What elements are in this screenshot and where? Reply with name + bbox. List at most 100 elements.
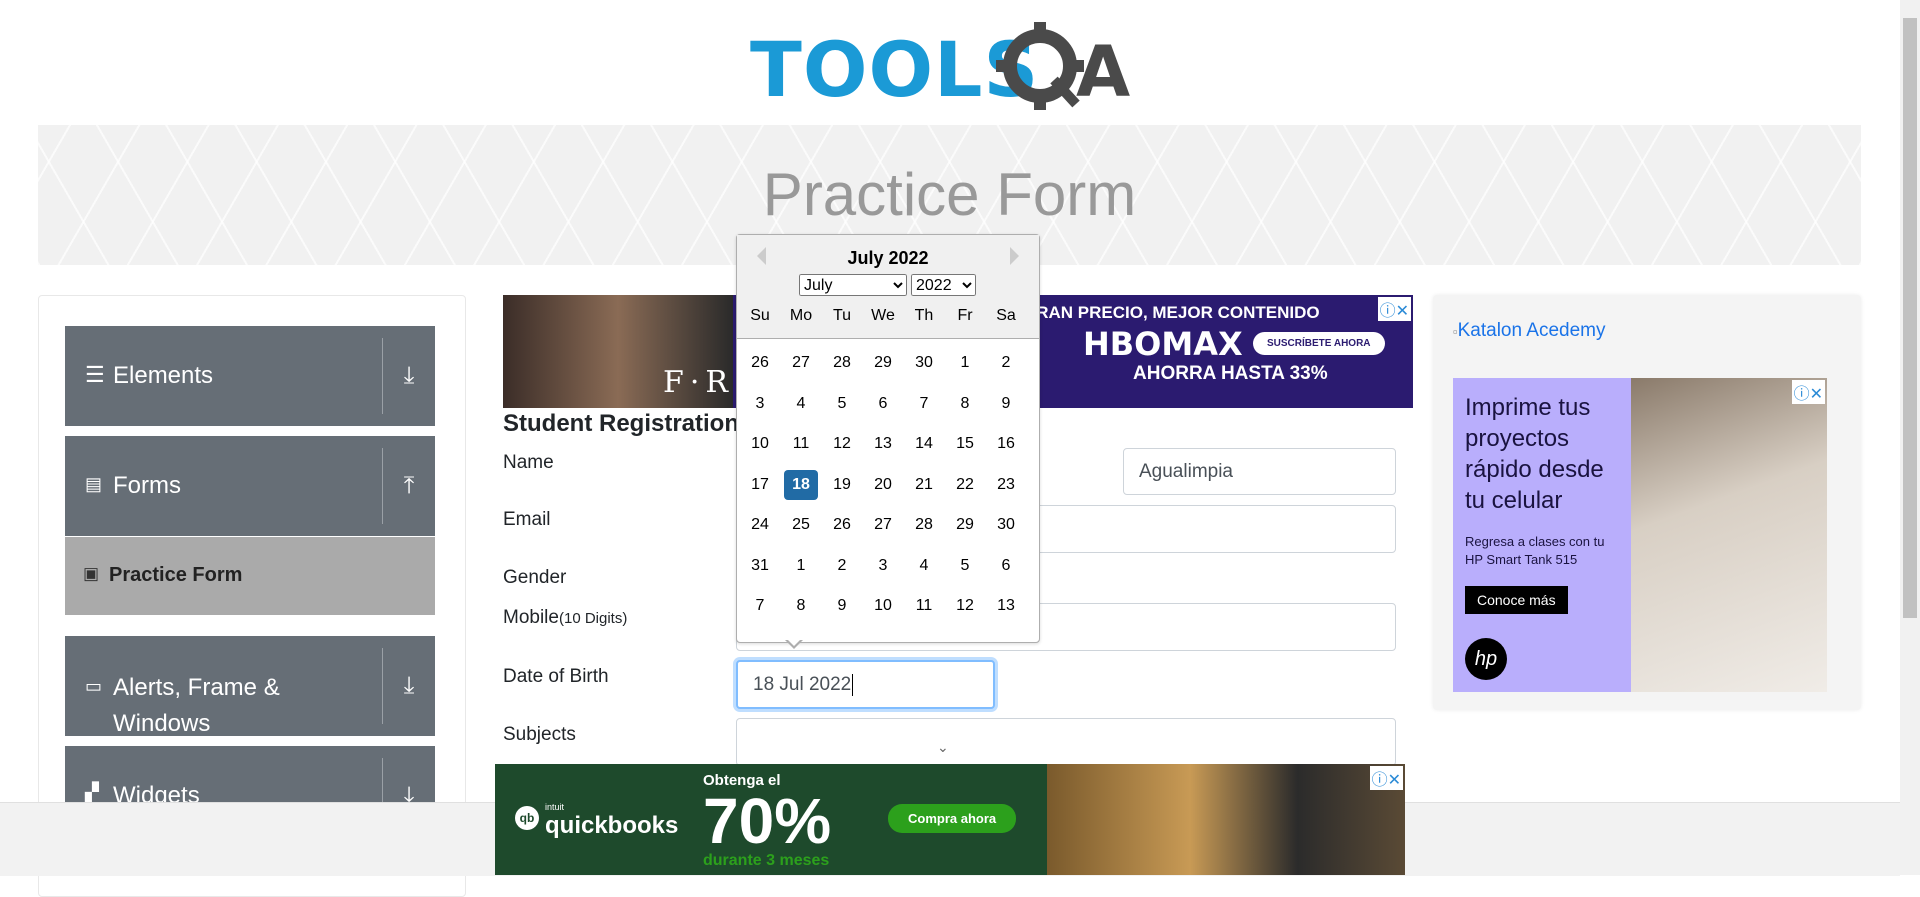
calendar-day[interactable]: 12 <box>825 429 859 459</box>
dob-label: Date of Birth <box>503 666 609 687</box>
person-image <box>1631 378 1827 692</box>
month-select[interactable]: July <box>799 274 907 296</box>
calendar-day[interactable]: 13 <box>989 591 1023 621</box>
sidebar-group-alerts[interactable]: ▭ Alerts, Frame & Windows ⤓ <box>65 636 435 737</box>
calendar-day[interactable]: 9 <box>825 591 859 621</box>
day-name: Su <box>750 307 770 324</box>
hp-logo: hp <box>1465 638 1507 680</box>
datepicker: July 2022 July 2022 26 27 28 29 30 1 2 3 4 5 6 7 8 9 1… <box>736 234 1040 643</box>
upload-icon: ⤒ <box>403 472 415 499</box>
calendar-day[interactable]: 29 <box>866 348 900 378</box>
widgets-icon: ▞ <box>85 782 99 802</box>
calendar-day[interactable]: 7 <box>743 591 777 621</box>
subscribe-button[interactable]: SUSCRÍBETE AHORA <box>1253 332 1385 355</box>
document-icon: ▤ <box>85 474 103 494</box>
calendar-day[interactable]: 16 <box>989 429 1023 459</box>
calendar-day[interactable]: 24 <box>743 510 777 540</box>
calendar-days: 26 27 28 29 30 1 2 3 4 5 6 7 8 9 10 11 12 13 14 15 16 17 18 19 2… <box>737 339 1039 642</box>
svg-text:A: A <box>1076 31 1130 113</box>
person-image <box>1047 764 1405 875</box>
calendar-day[interactable]: 19 <box>825 470 859 500</box>
calendar-day[interactable]: 10 <box>866 591 900 621</box>
day-name: Mo <box>789 307 813 324</box>
last-name-input[interactable]: Agualimpia <box>1123 448 1396 495</box>
toolsqa-logo[interactable]: TOOLS A <box>750 18 1150 114</box>
calendar-day[interactable]: 5 <box>825 389 859 419</box>
compra-ahora-button[interactable]: Compra ahora <box>888 804 1017 833</box>
calendar-day[interactable]: 22 <box>948 470 982 500</box>
ad-close-icon[interactable]: ⓘ✕ <box>1369 766 1403 790</box>
quickbooks-ad[interactable]: qb intuit quickbooks Obtenga el 70% dura… <box>495 764 1405 875</box>
calendar-day[interactable]: 28 <box>907 510 941 540</box>
calendar-day[interactable]: 20 <box>866 470 900 500</box>
calendar-day[interactable]: 4 <box>907 551 941 581</box>
email-label: Email <box>503 509 551 530</box>
day-name: Sa <box>996 307 1016 324</box>
year-select[interactable]: 2022 <box>911 274 976 296</box>
calendar-day[interactable]: 11 <box>907 591 941 621</box>
date-of-birth-input[interactable]: 18 Jul 2022 <box>736 660 995 709</box>
sidebar-group-forms[interactable]: ▤ Forms ⤒ <box>65 436 435 536</box>
calendar-day[interactable]: 21 <box>907 470 941 500</box>
calendar-day[interactable]: 9 <box>989 389 1023 419</box>
download-icon: ⤓ <box>403 362 415 389</box>
calendar-day[interactable]: 26 <box>743 348 777 378</box>
hamburger-icon: ☰ <box>85 362 105 387</box>
scrollbar-thumb[interactable] <box>1903 18 1917 618</box>
ad-close-icon[interactable]: ⓘ✕ <box>1377 297 1411 321</box>
calendar-day[interactable]: 23 <box>989 470 1023 500</box>
calendar-day[interactable]: 18 <box>784 469 818 500</box>
calendar-day[interactable]: 11 <box>784 429 818 459</box>
day-name: We <box>871 307 895 324</box>
calendar-day[interactable]: 8 <box>784 591 818 621</box>
calendar-day[interactable]: 3 <box>866 551 900 581</box>
calendar-day[interactable]: 30 <box>989 510 1023 540</box>
name-label: Name <box>503 452 554 473</box>
calendar-day[interactable]: 28 <box>825 348 859 378</box>
page-title: Practice Form <box>762 161 1137 228</box>
calendar-day[interactable]: 29 <box>948 510 982 540</box>
mobile-label: Mobile(10 Digits) <box>503 607 628 628</box>
html5-icon: ▣ <box>83 564 100 583</box>
calendar-day[interactable]: 27 <box>866 510 900 540</box>
calendar-day[interactable]: 10 <box>743 429 777 459</box>
calendar-day[interactable]: 25 <box>784 510 818 540</box>
ad-close-icon[interactable]: ⓘ✕ <box>1791 380 1825 404</box>
hp-ad[interactable]: Imprime tus proyectos rápido desde tu ce… <box>1453 378 1827 692</box>
calendar-day[interactable]: 1 <box>784 551 818 581</box>
friends-image: F·R·I <box>503 295 761 408</box>
calendar-day[interactable]: 2 <box>825 551 859 581</box>
calendar-day[interactable]: 26 <box>825 510 859 540</box>
calendar-day[interactable]: 6 <box>989 551 1023 581</box>
calendar-day[interactable]: 13 <box>866 429 900 459</box>
calendar-day[interactable]: 27 <box>784 348 818 378</box>
quickbooks-logo-icon: qb <box>515 806 539 830</box>
subjects-label: Subjects <box>503 724 576 745</box>
calendar-day[interactable]: 6 <box>866 389 900 419</box>
window-icon: ▭ <box>85 676 103 696</box>
conoce-mas-button[interactable]: Conoce más <box>1465 586 1568 614</box>
calendar-day[interactable]: 7 <box>907 389 941 419</box>
download-icon: ⤓ <box>403 672 415 699</box>
calendar-day[interactable]: 3 <box>743 389 777 419</box>
calendar-day[interactable]: 17 <box>743 470 777 500</box>
calendar-day[interactable]: 14 <box>907 429 941 459</box>
day-name: Tu <box>832 307 852 324</box>
svg-text:TOOLS: TOOLS <box>750 25 1039 114</box>
calendar-day[interactable]: 12 <box>948 591 982 621</box>
day-name: Th <box>914 307 934 324</box>
calendar-title: July 2022 <box>847 248 929 268</box>
katalon-link[interactable]: ▫Katalon Acedemy <box>1453 320 1605 342</box>
calendar-day[interactable]: 4 <box>784 389 818 419</box>
calendar-day[interactable]: 8 <box>948 389 982 419</box>
calendar-day[interactable]: 31 <box>743 551 777 581</box>
calendar-day[interactable]: 5 <box>948 551 982 581</box>
calendar-day[interactable]: 2 <box>989 348 1023 378</box>
calendar-day[interactable]: 15 <box>948 429 982 459</box>
sidebar-group-elements[interactable]: ☰ Elements ⤓ <box>65 326 435 426</box>
sidebar-item-practice-form[interactable]: ▣ Practice Form <box>65 537 435 615</box>
calendar-day[interactable]: 1 <box>948 348 982 378</box>
next-month-button[interactable] <box>1010 247 1019 265</box>
calendar-day[interactable]: 30 <box>907 348 941 378</box>
subjects-input[interactable]: ⌄ <box>736 718 1396 766</box>
